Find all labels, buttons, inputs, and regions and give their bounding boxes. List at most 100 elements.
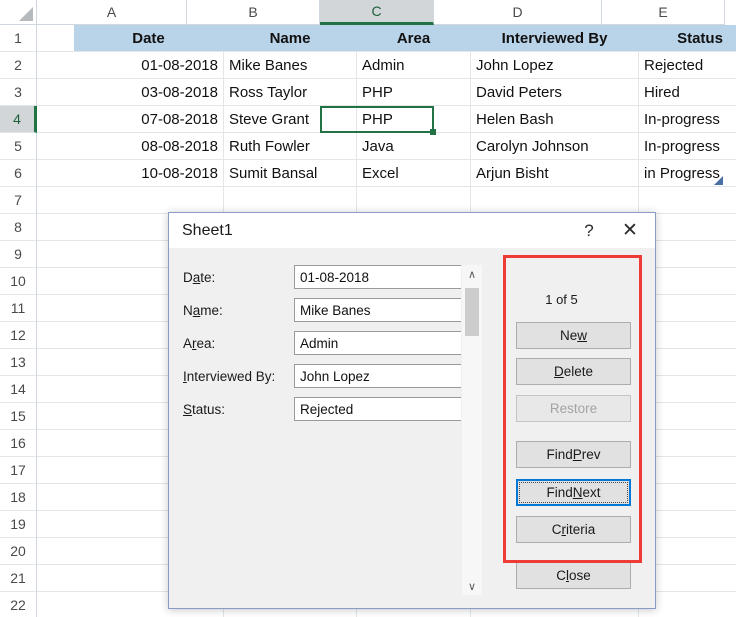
form-field-row: Area: xyxy=(183,331,453,355)
field-label: Status: xyxy=(183,397,225,421)
table-header-cell[interactable]: Interviewed By xyxy=(471,25,639,51)
table-data-cell[interactable]: PHP xyxy=(357,79,471,105)
row-header-7[interactable]: 7 xyxy=(0,187,37,214)
table-data-cell[interactable]: David Peters xyxy=(471,79,639,105)
data-form-dialog: Sheet1 ? ✕ Date: Name: Area: Interviewed By… xyxy=(168,212,656,609)
field-input[interactable] xyxy=(294,331,466,355)
table-data-cell[interactable]: Ross Taylor xyxy=(224,79,357,105)
field-input[interactable] xyxy=(294,397,466,421)
table-row: 03-08-2018Ross TaylorPHPDavid PetersHire… xyxy=(37,79,736,106)
dialog-titlebar: Sheet1 ? ✕ xyxy=(169,213,655,248)
scrollbar-thumb[interactable] xyxy=(465,288,479,336)
column-header-b[interactable]: B xyxy=(187,0,320,25)
table-data-cell[interactable]: 07-08-2018 xyxy=(74,106,224,132)
row-header-16[interactable]: 16 xyxy=(0,430,37,457)
excel-window: ABCDE 1234567891011121314151617181920212… xyxy=(0,0,736,617)
record-scrollbar[interactable]: ∧ ∨ xyxy=(461,265,482,595)
empty-cell[interactable] xyxy=(224,187,357,213)
form-field-row: Name: xyxy=(183,298,453,322)
row-header-18[interactable]: 18 xyxy=(0,484,37,511)
table-data-cell[interactable]: John Lopez xyxy=(471,52,639,78)
table-data-cell[interactable]: Sumit Bansal xyxy=(224,160,357,186)
field-input[interactable] xyxy=(294,298,466,322)
row-header-21[interactable]: 21 xyxy=(0,565,37,592)
record-counter: 1 of 5 xyxy=(504,292,619,307)
dialog-body: Date: Name: Area: Interviewed By: Status: ∧ … xyxy=(169,248,655,608)
row-header-11[interactable]: 11 xyxy=(0,295,37,322)
table-data-cell[interactable]: Admin xyxy=(357,52,471,78)
table-data-cell[interactable]: 08-08-2018 xyxy=(74,133,224,159)
row-header-12[interactable]: 12 xyxy=(0,322,37,349)
row-header-5[interactable]: 5 xyxy=(0,133,37,160)
field-label: Date: xyxy=(183,265,215,289)
field-input[interactable] xyxy=(294,265,466,289)
table-data-cell[interactable]: Excel xyxy=(357,160,471,186)
delete-button[interactable]: Delete xyxy=(516,358,631,385)
scroll-up-arrow-icon[interactable]: ∧ xyxy=(462,265,482,283)
column-header-e[interactable]: E xyxy=(602,0,725,25)
table-header-cell[interactable]: Name xyxy=(224,25,357,51)
find-prev-button[interactable]: Find Prev xyxy=(516,441,631,468)
table-row: 10-08-2018Sumit BansalExcelArjun Bishtin… xyxy=(37,160,736,187)
table-data-cell[interactable]: Helen Bash xyxy=(471,106,639,132)
table-row: DateNameAreaInterviewed ByStatus xyxy=(37,25,736,52)
new-button[interactable]: New xyxy=(516,322,631,349)
row-header-4[interactable]: 4 xyxy=(0,106,37,133)
row-header-13[interactable]: 13 xyxy=(0,349,37,376)
scroll-down-arrow-icon[interactable]: ∨ xyxy=(462,577,482,595)
table-data-cell[interactable]: Ruth Fowler xyxy=(224,133,357,159)
table-data-cell[interactable]: Hired xyxy=(639,79,736,105)
row-header-22[interactable]: 22 xyxy=(0,592,37,617)
table-data-cell[interactable]: 01-08-2018 xyxy=(74,52,224,78)
row-header-9[interactable]: 9 xyxy=(0,241,37,268)
table-row: 08-08-2018Ruth FowlerJavaCarolyn Johnson… xyxy=(37,133,736,160)
select-all-triangle-icon xyxy=(19,7,33,21)
table-row: 01-08-2018Mike BanesAdminJohn LopezRejec… xyxy=(37,52,736,79)
row-header-3[interactable]: 3 xyxy=(0,79,37,106)
table-data-cell[interactable]: Java xyxy=(357,133,471,159)
empty-cell[interactable] xyxy=(639,187,736,213)
row-header-6[interactable]: 6 xyxy=(0,160,37,187)
table-row: 07-08-2018Steve GrantPHPHelen BashIn-pro… xyxy=(37,106,736,133)
table-data-cell[interactable]: Steve Grant xyxy=(224,106,357,132)
field-label: Name: xyxy=(183,298,223,322)
table-header-cell[interactable]: Date xyxy=(74,25,224,51)
row-header-15[interactable]: 15 xyxy=(0,403,37,430)
table-data-cell[interactable]: Carolyn Johnson xyxy=(471,133,639,159)
table-data-cell[interactable]: Rejected xyxy=(639,52,736,78)
close-button[interactable]: Close xyxy=(516,562,631,589)
column-header-a[interactable]: A xyxy=(37,0,187,25)
close-icon[interactable]: ✕ xyxy=(611,213,655,248)
row-header-14[interactable]: 14 xyxy=(0,376,37,403)
column-header-d[interactable]: D xyxy=(434,0,602,25)
form-field-row: Interviewed By: xyxy=(183,364,453,388)
table-data-cell[interactable]: In-progress xyxy=(639,106,736,132)
field-label: Area: xyxy=(183,331,215,355)
row-header-10[interactable]: 10 xyxy=(0,268,37,295)
find-next-button[interactable]: Find Next xyxy=(516,479,631,506)
table-data-cell[interactable]: PHP xyxy=(357,106,471,132)
empty-cell[interactable] xyxy=(357,187,471,213)
table-data-cell[interactable]: Arjun Bisht xyxy=(471,160,639,186)
field-input[interactable] xyxy=(294,364,466,388)
table-data-cell[interactable]: Mike Banes xyxy=(224,52,357,78)
row-header-2[interactable]: 2 xyxy=(0,52,37,79)
row-header-20[interactable]: 20 xyxy=(0,538,37,565)
empty-cell[interactable] xyxy=(471,187,639,213)
criteria-button[interactable]: Criteria xyxy=(516,516,631,543)
row-header-1[interactable]: 1 xyxy=(0,25,37,52)
table-data-cell[interactable]: In-progress xyxy=(639,133,736,159)
column-header-c[interactable]: C xyxy=(320,0,434,25)
table-header-cell[interactable]: Status xyxy=(639,25,736,51)
select-all-corner[interactable] xyxy=(0,0,37,25)
empty-cell[interactable] xyxy=(74,187,224,213)
table-data-cell[interactable]: 03-08-2018 xyxy=(74,79,224,105)
restore-button: Restore xyxy=(516,395,631,422)
help-icon[interactable]: ? xyxy=(567,213,611,248)
table-header-cell[interactable]: Area xyxy=(357,25,471,51)
row-header-19[interactable]: 19 xyxy=(0,511,37,538)
form-field-row: Status: xyxy=(183,397,453,421)
row-header-17[interactable]: 17 xyxy=(0,457,37,484)
table-data-cell[interactable]: 10-08-2018 xyxy=(74,160,224,186)
row-header-8[interactable]: 8 xyxy=(0,214,37,241)
